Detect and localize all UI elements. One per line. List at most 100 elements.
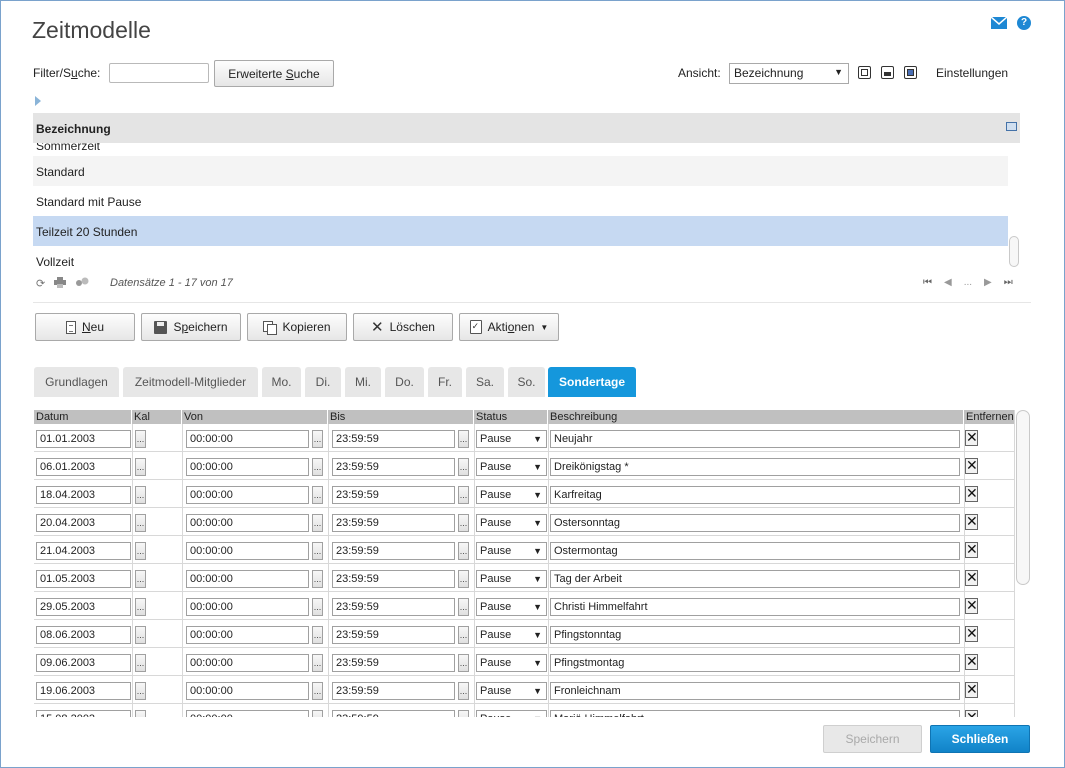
calendar-picker-button[interactable]: ... xyxy=(135,598,146,616)
tab-fr[interactable]: Fr. xyxy=(428,367,462,397)
to-time-input[interactable]: 23:59:59 xyxy=(332,542,455,560)
date-input[interactable]: 08.06.2003 xyxy=(36,626,131,644)
remove-row-icon[interactable]: ✕ xyxy=(965,710,978,717)
status-select[interactable]: Pause ▼ xyxy=(476,654,547,672)
description-input[interactable]: Christi Himmelfahrt xyxy=(550,598,960,616)
to-time-picker-button[interactable]: ... xyxy=(458,654,469,672)
from-time-picker-button[interactable]: ... xyxy=(312,570,323,588)
columns-toggle-icon[interactable] xyxy=(75,277,89,287)
next-page-icon[interactable]: ▶ xyxy=(984,277,992,288)
to-time-picker-button[interactable]: ... xyxy=(458,598,469,616)
list-item[interactable]: Sommerzeit xyxy=(33,143,1008,156)
list-item[interactable]: Standard xyxy=(33,156,1008,186)
delete-button[interactable]: ✕ Löschen xyxy=(353,313,453,341)
remove-row-icon[interactable]: ✕ xyxy=(965,542,978,558)
from-time-picker-button[interactable]: ... xyxy=(312,458,323,476)
expand-triangle-icon[interactable] xyxy=(35,96,41,106)
from-time-input[interactable]: 00:00:00 xyxy=(186,570,309,588)
calendar-picker-button[interactable]: ... xyxy=(135,626,146,644)
date-input[interactable]: 01.05.2003 xyxy=(36,570,131,588)
calendar-picker-button[interactable]: ... xyxy=(135,682,146,700)
list-item[interactable]: Standard mit Pause xyxy=(33,186,1008,216)
from-time-picker-button[interactable]: ... xyxy=(312,682,323,700)
prev-page-icon[interactable]: ◀ xyxy=(944,277,952,288)
grid-scrollbar[interactable] xyxy=(1016,410,1030,585)
refresh-icon[interactable]: ⟳ xyxy=(36,277,45,290)
from-time-picker-button[interactable]: ... xyxy=(312,598,323,616)
date-input[interactable]: 19.06.2003 xyxy=(36,682,131,700)
from-time-input[interactable]: 00:00:00 xyxy=(186,486,309,504)
settings-link[interactable]: Einstellungen xyxy=(936,66,1008,80)
from-time-picker-button[interactable]: ... xyxy=(312,626,323,644)
description-input[interactable]: Fronleichnam xyxy=(550,682,960,700)
from-time-input[interactable]: 00:00:00 xyxy=(186,542,309,560)
to-time-picker-button[interactable]: ... xyxy=(458,486,469,504)
description-input[interactable]: Pfingstonntag xyxy=(550,626,960,644)
date-input[interactable]: 20.04.2003 xyxy=(36,514,131,532)
advanced-search-button[interactable]: Erweiterte Suche xyxy=(214,60,334,87)
date-input[interactable]: 15.08.2003 xyxy=(36,710,131,717)
from-time-input[interactable]: 00:00:00 xyxy=(186,710,309,717)
status-select[interactable]: Pause ▼ xyxy=(476,458,547,476)
calendar-picker-button[interactable]: ... xyxy=(135,430,146,448)
tab-mi[interactable]: Mi. xyxy=(345,367,381,397)
view-full-icon[interactable] xyxy=(904,66,917,79)
remove-row-icon[interactable]: ✕ xyxy=(965,626,978,642)
view-split-icon[interactable] xyxy=(881,66,894,79)
help-icon[interactable]: ? xyxy=(1017,16,1031,30)
to-time-input[interactable]: 23:59:59 xyxy=(332,486,455,504)
description-input[interactable]: Karfreitag xyxy=(550,486,960,504)
to-time-input[interactable]: 23:59:59 xyxy=(332,430,455,448)
description-input[interactable]: Mariä Himmelfahrt xyxy=(550,710,960,717)
description-input[interactable]: Pfingstmontag xyxy=(550,654,960,672)
description-input[interactable]: Ostermontag xyxy=(550,542,960,560)
date-input[interactable]: 01.01.2003 xyxy=(36,430,131,448)
to-time-picker-button[interactable]: ... xyxy=(458,514,469,532)
status-select[interactable]: Pause ▼ xyxy=(476,570,547,588)
status-select[interactable]: Pause ▼ xyxy=(476,430,547,448)
to-time-input[interactable]: 23:59:59 xyxy=(332,514,455,532)
date-input[interactable]: 18.04.2003 xyxy=(36,486,131,504)
to-time-picker-button[interactable]: ... xyxy=(458,710,469,717)
filter-search-input[interactable] xyxy=(109,63,209,83)
to-time-input[interactable]: 23:59:59 xyxy=(332,710,455,717)
list-header[interactable]: Bezeichnung xyxy=(33,113,1020,143)
from-time-input[interactable]: 00:00:00 xyxy=(186,626,309,644)
view-select[interactable]: Bezeichnung ▼ xyxy=(729,63,849,84)
print-icon[interactable] xyxy=(54,277,67,288)
from-time-input[interactable]: 00:00:00 xyxy=(186,458,309,476)
list-scrollbar[interactable] xyxy=(1009,236,1019,267)
to-time-picker-button[interactable]: ... xyxy=(458,458,469,476)
description-input[interactable]: Neujahr xyxy=(550,430,960,448)
to-time-input[interactable]: 23:59:59 xyxy=(332,626,455,644)
to-time-input[interactable]: 23:59:59 xyxy=(332,458,455,476)
status-select[interactable]: Pause ▼ xyxy=(476,682,547,700)
status-select[interactable]: Pause ▼ xyxy=(476,514,547,532)
tab-sa[interactable]: Sa. xyxy=(466,367,504,397)
status-select[interactable]: Pause ▼ xyxy=(476,542,547,560)
from-time-input[interactable]: 00:00:00 xyxy=(186,682,309,700)
remove-row-icon[interactable]: ✕ xyxy=(965,514,978,530)
tab-grundlagen[interactable]: Grundlagen xyxy=(34,367,119,397)
remove-row-icon[interactable]: ✕ xyxy=(965,430,978,446)
from-time-picker-button[interactable]: ... xyxy=(312,542,323,560)
status-select[interactable]: Pause ▼ xyxy=(476,710,547,717)
remove-row-icon[interactable]: ✕ xyxy=(965,682,978,698)
copy-button[interactable]: Kopieren xyxy=(247,313,347,341)
to-time-picker-button[interactable]: ... xyxy=(458,542,469,560)
tab-zeitmodell-mitglieder[interactable]: Zeitmodell-Mitglieder xyxy=(123,367,258,397)
date-input[interactable]: 09.06.2003 xyxy=(36,654,131,672)
status-select[interactable]: Pause ▼ xyxy=(476,486,547,504)
calendar-picker-button[interactable]: ... xyxy=(135,710,146,717)
calendar-picker-button[interactable]: ... xyxy=(135,486,146,504)
calendar-picker-button[interactable]: ... xyxy=(135,570,146,588)
description-input[interactable]: Dreikönigstag * xyxy=(550,458,960,476)
description-input[interactable]: Tag der Arbeit xyxy=(550,570,960,588)
actions-button[interactable]: Aktionen ▼ xyxy=(459,313,559,341)
to-time-input[interactable]: 23:59:59 xyxy=(332,654,455,672)
last-page-icon[interactable]: ⏭ xyxy=(1004,277,1013,288)
to-time-picker-button[interactable]: ... xyxy=(458,570,469,588)
tab-sondertage[interactable]: Sondertage xyxy=(548,367,636,397)
from-time-input[interactable]: 00:00:00 xyxy=(186,654,309,672)
tab-di[interactable]: Di. xyxy=(305,367,341,397)
